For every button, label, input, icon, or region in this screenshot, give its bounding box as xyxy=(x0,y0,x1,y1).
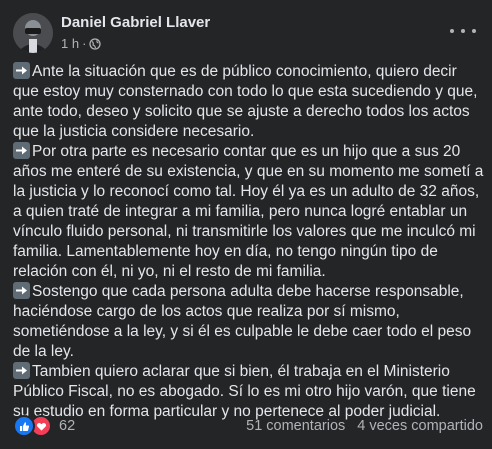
post-paragraph: Sostengo que cada persona adulta debe ha… xyxy=(13,282,485,362)
author-name[interactable]: Daniel Gabriel Llaver xyxy=(61,14,210,31)
paragraph-text: Tambien quiero aclarar que si bien, él t… xyxy=(13,363,476,420)
facebook-post: Daniel Gabriel Llaver 1 h · Ante la situ… xyxy=(0,0,492,449)
paragraph-text: Por otra parte es necesario contar que e… xyxy=(13,143,484,280)
right-arrow-icon xyxy=(13,142,30,159)
post-body: Ante la situación que es de público cono… xyxy=(13,62,485,422)
reactions-count: 62 xyxy=(59,418,76,434)
shares-count-link[interactable]: 4 veces compartido xyxy=(357,418,483,434)
post-paragraph: Ante la situación que es de público cono… xyxy=(13,62,485,142)
post-time[interactable]: 1 h xyxy=(61,36,79,51)
post-meta: 1 h · xyxy=(61,36,102,51)
avatar[interactable] xyxy=(13,13,53,53)
post-paragraph: Tambien quiero aclarar que si bien, él t… xyxy=(13,362,485,422)
right-arrow-icon xyxy=(13,362,30,379)
engagement-stats: 51 comentarios 4 veces compartido xyxy=(246,418,483,434)
right-arrow-icon xyxy=(13,282,30,299)
globe-icon[interactable] xyxy=(89,37,102,50)
more-options-icon[interactable] xyxy=(450,24,476,38)
reactions-summary[interactable]: 62 xyxy=(13,415,75,437)
post-paragraph: Por otra parte es necesario contar que e… xyxy=(13,142,485,282)
paragraph-text: Sostengo que cada persona adulta debe ha… xyxy=(13,283,472,360)
comments-count-link[interactable]: 51 comentarios xyxy=(246,418,345,434)
meta-separator: · xyxy=(82,36,87,51)
paragraph-text: Ante la situación que es de público cono… xyxy=(13,63,478,140)
right-arrow-icon xyxy=(13,62,30,79)
post-footer: 62 51 comentarios 4 veces compartido xyxy=(13,415,483,437)
like-icon xyxy=(13,415,35,437)
